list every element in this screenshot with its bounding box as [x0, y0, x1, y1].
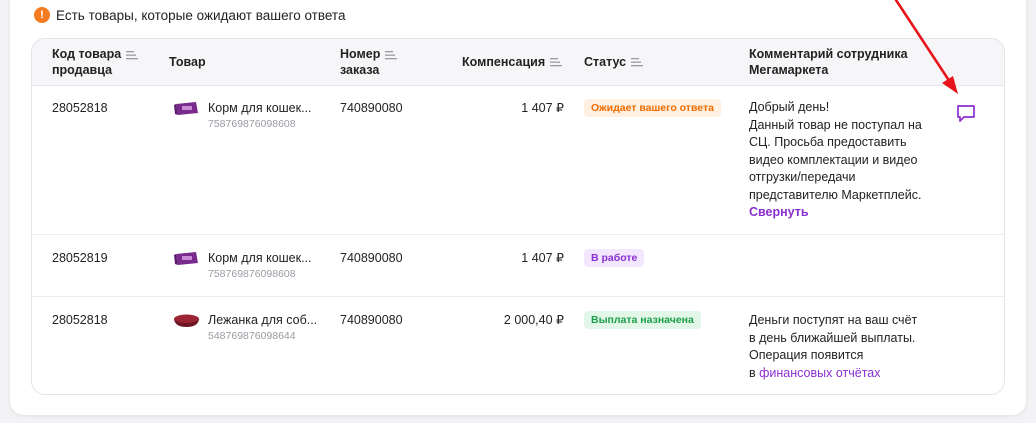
comment-line: Операция появится — [749, 348, 864, 362]
status-badge: Ожидает вашего ответа — [584, 99, 721, 117]
pet-bed-image — [174, 314, 199, 327]
compensation-amount: 2 000,40 ₽ — [503, 313, 564, 327]
product-name[interactable]: Лежанка для соб... — [208, 312, 317, 329]
comment-line: Данный товар не поступал на — [749, 117, 922, 132]
status-badge-label: Ожидает вашего ответа — [584, 99, 721, 117]
header-product: Товар — [169, 55, 206, 69]
product-cell[interactable]: Корм для кошек... 758769876098608 — [173, 100, 312, 131]
comment-line: видео комплектации и видео — [749, 152, 918, 167]
sort-icon[interactable] — [385, 50, 398, 60]
comment-line: отгрузки/передачи — [749, 170, 856, 184]
warning-icon: ! — [34, 7, 50, 23]
compensation-amount: 1 407 ₽ — [521, 251, 564, 265]
product-cell[interactable]: Лежанка для соб... 548769876098644 — [173, 312, 317, 343]
product-sku: 548769876098644 — [208, 330, 296, 342]
notice-text: Есть товары, которые ожидают вашего отве… — [56, 7, 346, 23]
compensation-amount: 1 407 ₽ — [521, 101, 564, 115]
table-row[interactable]: 28052819 Корм для кошек... 7587698760986… — [32, 235, 1004, 297]
cat-food-box-image — [174, 252, 198, 265]
sort-icon[interactable] — [126, 50, 139, 60]
pending-response-notice: ! Есть товары, которые ожидают вашего от… — [34, 6, 345, 24]
header-seller-code[interactable]: Код товара продавца — [52, 46, 139, 78]
comment-line: Добрый день! — [749, 100, 830, 114]
comment-line: представителю Маркетплейс. — [749, 187, 922, 202]
comment-line: Деньги поступят на ваш счёт — [749, 313, 918, 327]
product-name[interactable]: Корм для кошек... — [208, 100, 312, 117]
seller-code: 28052818 — [52, 313, 108, 327]
product-cell[interactable]: Корм для кошек... 758769876098608 — [173, 250, 312, 281]
table-row[interactable]: 28052818 Корм для кошек... 7587698760986… — [32, 86, 1004, 235]
header-comment: Комментарий сотрудника Мегамаркета — [749, 47, 908, 77]
comment-line-last: в финансовых отчётах — [749, 365, 881, 380]
comment-line: СЦ. Просьба предоставить — [749, 135, 907, 149]
seller-code: 28052818 — [52, 101, 108, 115]
table-header: Код товара продавца Товар Номер заказа Ком… — [32, 39, 1004, 86]
cat-food-box-image — [174, 102, 198, 115]
chat-icon[interactable] — [955, 102, 977, 124]
product-name[interactable]: Корм для кошек... — [208, 250, 312, 267]
order-number: 740890080 — [340, 251, 403, 265]
product-sku: 758769876098608 — [208, 268, 296, 280]
header-order-number[interactable]: Номер заказа — [340, 46, 398, 78]
status-badge: В работе — [584, 249, 645, 267]
status-badge: Выплата назначена — [584, 311, 701, 329]
employee-comment: Деньги поступят на ваш счёт в день ближа… — [749, 312, 934, 382]
status-badge-label: Выплата назначена — [584, 311, 701, 329]
financial-reports-link[interactable]: финансовых отчётах — [759, 366, 880, 380]
order-number: 740890080 — [340, 313, 403, 327]
table-row[interactable]: 28052818 Лежанка для соб... 548769876098… — [32, 297, 1004, 394]
claims-table: Код товара продавца Товар Номер заказа Ком… — [31, 38, 1005, 395]
sort-icon[interactable] — [550, 57, 563, 67]
header-status[interactable]: Статус — [584, 54, 644, 70]
sort-icon[interactable] — [631, 57, 644, 67]
order-number: 740890080 — [340, 101, 403, 115]
collapse-comment-link[interactable]: Свернуть — [749, 204, 934, 222]
comment-line: в день ближайшей выплаты. — [749, 330, 916, 345]
seller-code: 28052819 — [52, 251, 108, 265]
status-badge-label: В работе — [584, 249, 645, 267]
product-sku: 758769876098608 — [208, 118, 296, 130]
header-compensation[interactable]: Компенсация — [462, 54, 563, 70]
employee-comment: Добрый день! Данный товар не поступал на… — [749, 99, 934, 222]
